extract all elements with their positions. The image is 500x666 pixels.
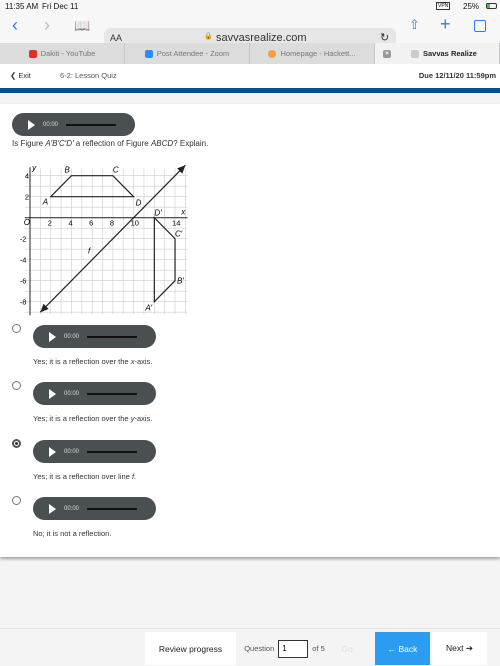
y-axis-label: y — [31, 163, 37, 172]
play-icon[interactable] — [49, 331, 56, 342]
option-radio-2[interactable] — [12, 381, 21, 390]
vertex-label: C — [113, 166, 119, 175]
line-f-label: f — [88, 246, 91, 255]
option-audio-player[interactable]: 00:00 — [33, 497, 156, 520]
option-radio-3[interactable] — [12, 439, 21, 448]
audio-progress[interactable] — [87, 450, 138, 453]
lock-icon: 🔒 — [204, 33, 213, 40]
y-tick-label: -6 — [20, 277, 27, 286]
tab-savvas[interactable]: × Savvas Realize — [375, 43, 500, 64]
tab-hackett[interactable]: Homepage - Hackett... — [250, 43, 375, 64]
y-tick-label: 4 — [25, 172, 29, 181]
question-number-input[interactable] — [278, 639, 309, 658]
origin-label: O — [24, 218, 30, 227]
option-audio-player[interactable]: 00:00 — [33, 325, 156, 348]
play-icon[interactable] — [49, 446, 56, 457]
option-text[interactable]: Yes; it is a reflection over the y-axis. — [33, 414, 152, 423]
option-text[interactable]: No; it is not a reflection. — [33, 529, 111, 538]
x-tick-label: 4 — [68, 219, 72, 228]
vertex-label: D′ — [154, 209, 162, 218]
vpn-badge: VPN — [436, 2, 451, 10]
next-button[interactable]: Next ➔ — [432, 632, 487, 665]
question-jump: Question of 5 — [237, 632, 332, 665]
option-text[interactable]: Yes; it is a reflection over the x-axis. — [33, 357, 152, 366]
new-tab-icon[interactable]: + — [440, 14, 451, 35]
option-radio-4[interactable] — [12, 496, 21, 505]
share-icon[interactable]: ⇧ — [409, 17, 420, 33]
y-tick-label: 2 — [25, 193, 29, 202]
audio-progress[interactable] — [87, 392, 138, 395]
battery-percent: 25% — [463, 2, 480, 11]
option-radio-1[interactable] — [12, 324, 21, 333]
review-progress-button[interactable]: Review progress — [145, 632, 236, 665]
site-icon — [268, 49, 277, 58]
play-icon[interactable] — [49, 388, 56, 399]
battery-icon — [486, 3, 497, 9]
vertex-label: B′ — [177, 277, 184, 286]
vertex-label: B — [64, 166, 70, 175]
option-text[interactable]: Yes; it is a reflection over line f. — [33, 472, 136, 481]
vertex-label: D — [136, 199, 142, 208]
x-tick-label: 8 — [110, 219, 114, 228]
go-button[interactable]: Go — [333, 632, 361, 665]
y-tick-label: -2 — [20, 235, 27, 244]
option-audio-player[interactable]: 00:00 — [33, 440, 156, 463]
close-tab-icon[interactable]: × — [383, 49, 391, 58]
y-tick-label: -8 — [20, 298, 27, 307]
coordinate-graph: xyO 2 4 6 8 10 1442-2-4-6-8fAB CDA′B′C′D′ — [20, 163, 188, 316]
audio-progress[interactable] — [87, 507, 138, 510]
vertex-label: A — [42, 198, 48, 207]
audio-progress[interactable] — [87, 335, 138, 338]
savvas-icon — [411, 49, 419, 58]
tabs-icon[interactable] — [474, 20, 486, 32]
due-date: Due 12/11/20 11:59pm — [418, 71, 496, 80]
x-tick-label: 6 — [89, 219, 93, 228]
x-tick-label: 14 — [172, 219, 180, 228]
footer-bar: Review progress Question of 5 Go ← Back … — [0, 628, 500, 666]
vertex-label: C′ — [175, 230, 183, 239]
x-tick-label: 2 — [48, 219, 52, 228]
option-audio-player[interactable]: 00:00 — [33, 382, 156, 405]
play-icon[interactable] — [49, 503, 56, 514]
back-button[interactable]: ← Back — [375, 632, 430, 665]
y-tick-label: -4 — [20, 256, 27, 265]
vertex-label: A′ — [144, 304, 152, 313]
